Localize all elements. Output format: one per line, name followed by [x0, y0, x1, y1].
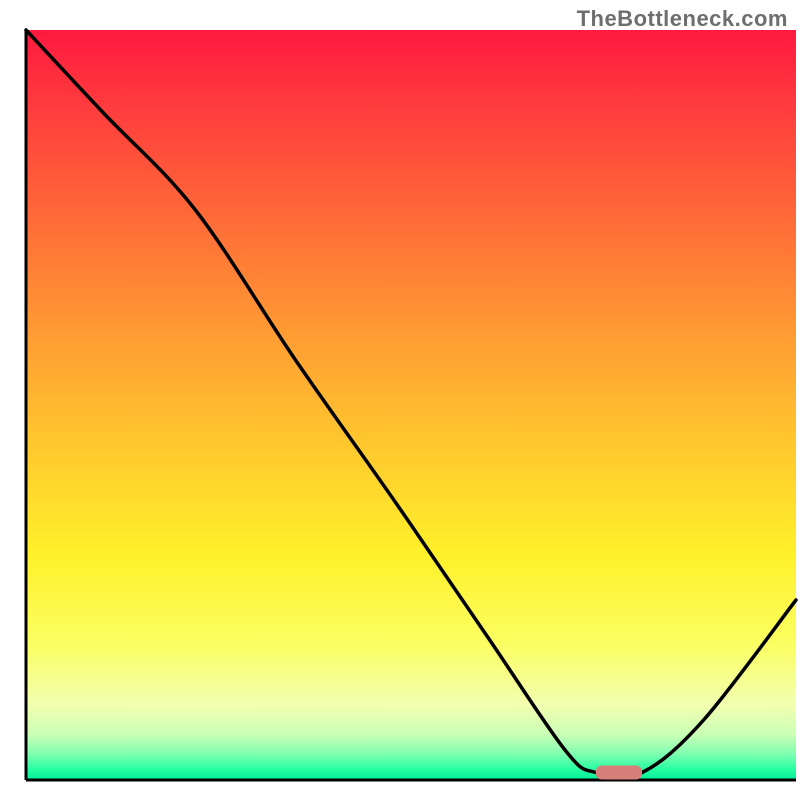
optimal-marker [596, 766, 642, 780]
plot-background [26, 30, 796, 780]
chart-container: TheBottleneck.com [0, 0, 800, 800]
bottleneck-chart [0, 0, 800, 800]
